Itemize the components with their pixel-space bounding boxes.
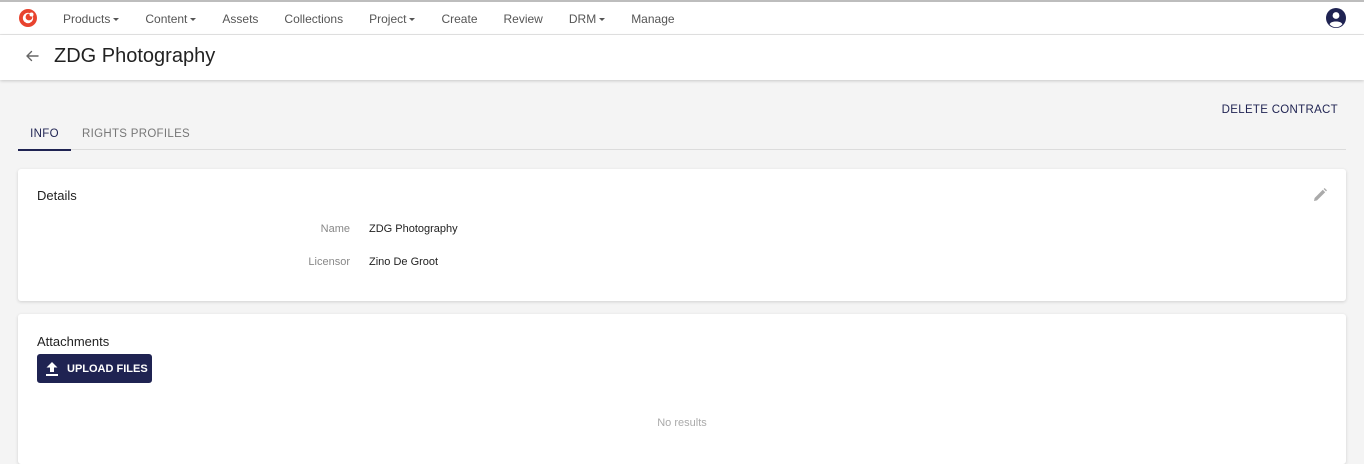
pencil-icon[interactable] — [1312, 187, 1328, 203]
details-card: Details Name ZDG Photography Licensor Zi… — [18, 169, 1346, 301]
app-logo-icon[interactable] — [18, 8, 38, 28]
field-label-name: Name — [320, 223, 350, 235]
attachments-card: Attachments UPLOAD FILES No results — [18, 314, 1346, 464]
tab-rights-profiles[interactable]: RIGHTS PROFILES — [82, 120, 190, 149]
nav-item-label: Project — [369, 11, 407, 26]
nav-item-label: DRM — [568, 11, 597, 26]
nav-item-collections[interactable]: Collections — [284, 12, 343, 26]
arrow-left-icon[interactable] — [24, 48, 40, 64]
upload-files-button[interactable]: UPLOAD FILES — [37, 354, 152, 383]
nav-item-create[interactable]: Create — [441, 12, 477, 26]
main-nav: Products Content Assets Collections Proj… — [50, 2, 688, 35]
nav-item-drm[interactable]: DRM — [568, 11, 606, 26]
nav-item-label: Collections — [284, 11, 344, 26]
nav-item-review[interactable]: Review — [504, 12, 543, 26]
field-value-licensor: Zino De Groot — [369, 256, 439, 268]
caret-down-icon — [190, 17, 197, 21]
upload-icon — [46, 361, 58, 376]
caret-down-icon — [113, 17, 120, 21]
nav-item-content[interactable]: Content — [145, 11, 197, 26]
nav-item-products[interactable]: Products — [63, 11, 120, 26]
caret-down-icon — [409, 17, 416, 21]
tab-bar: INFO RIGHTS PROFILES — [18, 120, 1346, 151]
nav-item-label: Products — [63, 11, 111, 26]
nav-item-label: Assets — [222, 11, 259, 26]
field-label-licensor: Licensor — [308, 256, 350, 268]
nav-item-manage[interactable]: Manage — [631, 12, 674, 26]
user-avatar-icon[interactable] — [1326, 8, 1346, 28]
caret-down-icon — [599, 17, 606, 21]
details-title: Details — [37, 188, 77, 203]
nav-item-label: Manage — [631, 11, 675, 26]
nav-item-label: Create — [441, 11, 478, 26]
empty-state-text: No results — [657, 417, 707, 429]
nav-item-label: Review — [503, 11, 543, 26]
top-navigation-bar: Products Content Assets Collections Proj… — [0, 0, 1364, 35]
attachments-title: Attachments — [37, 334, 110, 349]
tab-info[interactable]: INFO — [18, 120, 71, 151]
upload-files-label: UPLOAD FILES — [67, 362, 148, 375]
page-header: ZDG Photography — [0, 35, 1364, 80]
nav-item-label: Content — [145, 11, 188, 26]
nav-item-assets[interactable]: Assets — [222, 12, 258, 26]
page-title: ZDG Photography — [54, 45, 216, 67]
field-value-name: ZDG Photography — [369, 223, 458, 235]
nav-item-project[interactable]: Project — [369, 11, 416, 26]
delete-contract-button[interactable]: DELETE CONTRACT — [1222, 104, 1338, 116]
